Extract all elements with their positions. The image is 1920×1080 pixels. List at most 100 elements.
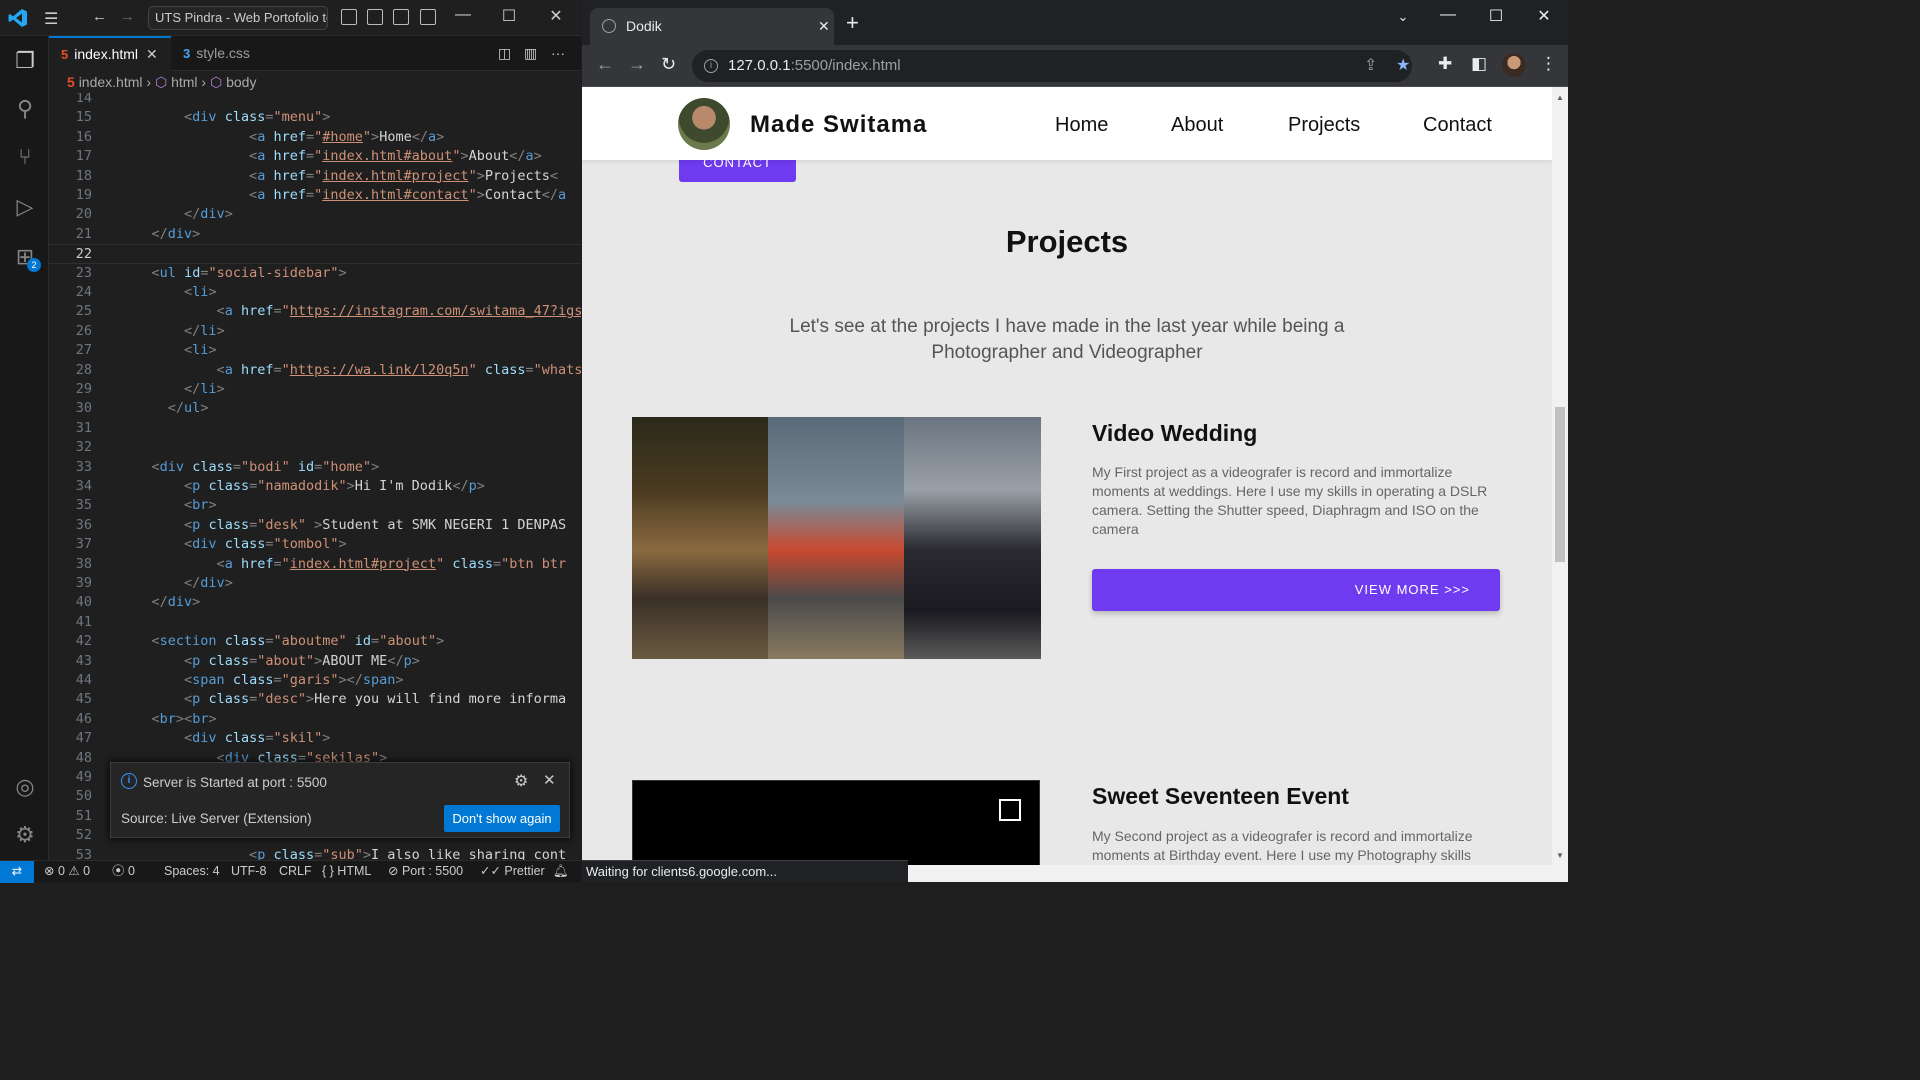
maximize-icon[interactable]: ☐ bbox=[1481, 6, 1511, 26]
code-line[interactable]: 41 bbox=[49, 613, 581, 632]
open-preview-icon[interactable]: ◫ bbox=[498, 45, 511, 62]
prettier-status[interactable]: ✓✓ Prettier bbox=[480, 861, 545, 882]
code-line[interactable]: 23 <ul id="social-sidebar"> bbox=[49, 264, 581, 283]
accounts-icon[interactable]: ◎ bbox=[10, 772, 40, 802]
back-arrow-icon[interactable]: ← bbox=[596, 54, 614, 75]
minimize-icon[interactable]: — bbox=[1433, 6, 1463, 24]
nav-link-projects[interactable]: Projects bbox=[1288, 114, 1360, 137]
code-line[interactable]: 16 <a href="#home">Home</a> bbox=[49, 128, 581, 147]
tab-search-chevron-icon[interactable]: ⌄ bbox=[1388, 9, 1418, 25]
bookmark-star-icon[interactable]: ★ bbox=[1396, 50, 1410, 82]
new-tab-plus-icon[interactable]: + bbox=[846, 10, 859, 36]
language-mode-status[interactable]: { } HTML bbox=[322, 861, 371, 882]
minimize-icon[interactable]: — bbox=[450, 6, 476, 24]
page-scrollbar[interactable]: ▲ ▼ bbox=[1552, 87, 1568, 865]
code-line[interactable]: 45 <p class="desc">Here you will find mo… bbox=[49, 690, 581, 709]
close-icon[interactable]: ✕ bbox=[543, 6, 569, 26]
remote-indicator-icon[interactable]: ⇄ bbox=[0, 861, 34, 883]
code-line[interactable]: 26 </li> bbox=[49, 322, 581, 341]
nav-link-about[interactable]: About bbox=[1171, 114, 1223, 137]
code-line[interactable]: 21 </div> bbox=[49, 225, 581, 244]
breadcrumb-file[interactable]: index.html bbox=[79, 74, 143, 90]
search-icon[interactable]: ⚲ bbox=[10, 94, 40, 124]
code-line[interactable]: 25 <a href="https://instagram.com/switam… bbox=[49, 302, 581, 321]
ports-status[interactable]: ⦿ 0 bbox=[112, 861, 135, 882]
explorer-icon[interactable]: ❐ bbox=[10, 46, 40, 76]
address-bar[interactable]: i 127.0.0.1:5500/index.html ⇪ ★ bbox=[692, 50, 1412, 82]
toggle-panel-icon[interactable] bbox=[367, 9, 383, 25]
horizontal-scrollbar[interactable] bbox=[908, 865, 1568, 882]
close-tab-icon[interactable]: ✕ bbox=[146, 46, 158, 62]
toggle-primary-sidebar-icon[interactable] bbox=[341, 9, 357, 25]
nav-link-contact[interactable]: Contact bbox=[1423, 114, 1492, 137]
code-line[interactable]: 30 </ul> bbox=[49, 399, 581, 418]
settings-gear-icon[interactable]: ⚙ bbox=[10, 820, 40, 850]
notification-settings-gear-icon[interactable]: ⚙ bbox=[514, 771, 528, 791]
code-line[interactable]: 22 bbox=[49, 244, 581, 264]
code-line[interactable]: 27 <li> bbox=[49, 341, 581, 360]
code-line[interactable]: 53 <p class="sub">I also like sharing co… bbox=[49, 846, 581, 860]
breadcrumb-body[interactable]: body bbox=[226, 74, 256, 90]
scroll-thumb[interactable] bbox=[1555, 407, 1565, 562]
customize-layout-icon[interactable] bbox=[420, 9, 436, 25]
code-editor[interactable]: 14 15 <div class="menu"> 16 <a href="#home… bbox=[49, 93, 581, 860]
forward-arrow-icon[interactable]: → bbox=[120, 8, 135, 25]
code-line[interactable]: 34 <p class="namadodik">Hi I'm Dodik</p> bbox=[49, 477, 581, 496]
close-tab-icon[interactable]: ✕ bbox=[818, 8, 830, 45]
code-line[interactable]: 35 <br> bbox=[49, 496, 581, 515]
code-line[interactable]: 20 </div> bbox=[49, 205, 581, 224]
scroll-up-icon[interactable]: ▲ bbox=[1556, 93, 1564, 102]
browser-tab[interactable]: Dodik ✕ bbox=[590, 8, 834, 45]
forward-arrow-icon[interactable]: → bbox=[628, 54, 646, 75]
run-debug-icon[interactable]: ▷ bbox=[10, 192, 40, 222]
breadcrumb-html[interactable]: html bbox=[171, 74, 197, 90]
code-line[interactable]: 47 <div class="skil"> bbox=[49, 729, 581, 748]
close-notification-icon[interactable]: ✕ bbox=[543, 771, 556, 789]
extensions-puzzle-icon[interactable]: ✚ bbox=[1438, 54, 1452, 74]
notifications-bell-icon[interactable]: 🔔︎ bbox=[553, 861, 569, 882]
command-center-search[interactable]: UTS Pindra - Web Portofolio ten bbox=[148, 6, 328, 30]
close-icon[interactable]: ✕ bbox=[1529, 6, 1559, 26]
tab-style-css[interactable]: 3 style.css bbox=[171, 36, 271, 71]
share-icon[interactable]: ⇪ bbox=[1364, 50, 1377, 82]
side-panel-icon[interactable]: ◧ bbox=[1471, 54, 1487, 74]
code-line[interactable]: 17 <a href="index.html#about">About</a> bbox=[49, 147, 581, 166]
maximize-icon[interactable]: ☐ bbox=[496, 6, 522, 26]
nav-link-home[interactable]: Home bbox=[1055, 114, 1108, 137]
code-line[interactable]: 19 <a href="index.html#contact">Contact<… bbox=[49, 186, 581, 205]
code-line[interactable]: 43 <p class="about">ABOUT ME</p> bbox=[49, 652, 581, 671]
code-line[interactable]: 15 <div class="menu"> bbox=[49, 108, 581, 127]
scroll-down-icon[interactable]: ▼ bbox=[1556, 851, 1564, 860]
split-editor-icon[interactable]: ▥ bbox=[524, 45, 537, 62]
indentation-status[interactable]: Spaces: 4 bbox=[164, 861, 220, 882]
code-line[interactable]: 28 <a href="https://wa.link/l20q5n" clas… bbox=[49, 361, 581, 380]
code-line[interactable]: 29 </li> bbox=[49, 380, 581, 399]
code-line[interactable]: 42 <section class="aboutme" id="about"> bbox=[49, 632, 581, 651]
code-line[interactable]: 46 <br><br> bbox=[49, 710, 581, 729]
code-line[interactable]: 14 bbox=[49, 93, 581, 108]
back-arrow-icon[interactable]: ← bbox=[92, 8, 107, 25]
open-external-icon[interactable] bbox=[999, 799, 1021, 821]
live-server-port-status[interactable]: ⊘ Port : 5500 bbox=[388, 861, 463, 882]
hamburger-menu-icon[interactable]: ☰ bbox=[44, 9, 58, 29]
eol-status[interactable]: CRLF bbox=[279, 861, 312, 882]
code-line[interactable]: 44 <span class="garis"></span> bbox=[49, 671, 581, 690]
code-line[interactable]: 32 bbox=[49, 438, 581, 457]
video-embed[interactable] bbox=[632, 780, 1040, 865]
problems-status[interactable]: ⊗ 0 ⚠ 0 bbox=[44, 861, 90, 882]
chrome-menu-icon[interactable]: ⋮ bbox=[1540, 54, 1557, 74]
encoding-status[interactable]: UTF-8 bbox=[231, 861, 266, 882]
code-line[interactable]: 31 bbox=[49, 419, 581, 438]
code-line[interactable]: 39 </div> bbox=[49, 574, 581, 593]
code-line[interactable]: 40 </div> bbox=[49, 593, 581, 612]
code-line[interactable]: 38 <a href="index.html#project" class="b… bbox=[49, 555, 581, 574]
source-control-icon[interactable]: ⑂ bbox=[10, 142, 40, 172]
more-actions-icon[interactable]: ··· bbox=[551, 45, 565, 61]
site-info-icon[interactable]: i bbox=[704, 59, 718, 73]
code-line[interactable]: 18 <a href="index.html#project">Projects… bbox=[49, 167, 581, 186]
site-brand[interactable]: Made Switama bbox=[750, 111, 927, 139]
code-line[interactable]: 33 <div class="bodi" id="home"> bbox=[49, 458, 581, 477]
profile-avatar[interactable] bbox=[1502, 53, 1526, 77]
code-line[interactable]: 36 <p class="desk" >Student at SMK NEGER… bbox=[49, 516, 581, 535]
view-more-button[interactable]: VIEW MORE >>> bbox=[1092, 569, 1500, 611]
